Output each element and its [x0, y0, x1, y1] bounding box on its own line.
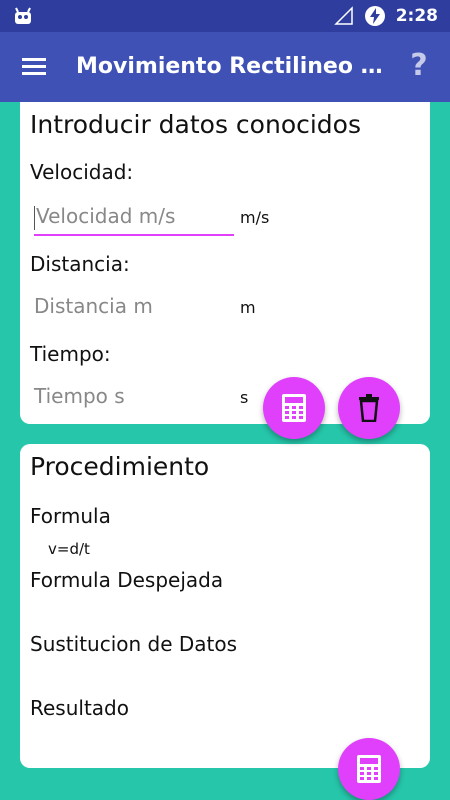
substitution-label: Sustitucion de Datos: [30, 632, 238, 656]
signal-icon: [333, 6, 353, 25]
battery-charging-icon: [364, 6, 385, 26]
velocity-unit: m/s: [240, 208, 270, 227]
distance-unit: m: [240, 298, 256, 317]
solved-formula-label: Formula Despejada: [30, 568, 224, 592]
procedure-calculate-button[interactable]: [338, 738, 400, 800]
calculate-button[interactable]: [263, 377, 325, 439]
distance-label: Distancia:: [30, 252, 130, 276]
time-unit: s: [240, 388, 249, 407]
android-debug-icon: [15, 7, 31, 24]
result-label: Resultado: [30, 696, 129, 720]
hamburger-menu-icon[interactable]: [20, 54, 48, 80]
velocity-label: Velocidad:: [30, 160, 134, 184]
status-bar: 2:28: [0, 0, 450, 32]
time-label: Tiempo:: [30, 342, 111, 366]
time-input[interactable]: Tiempo s: [34, 376, 234, 416]
app-bar: Movimiento Rectilineo Uniforme ?: [0, 32, 450, 102]
procedure-card: Procedimiento Formula v=d/t Formula Desp…: [20, 444, 430, 768]
app-title: Movimiento Rectilineo Uniforme: [76, 54, 396, 79]
velocity-placeholder: Velocidad m/s: [36, 204, 176, 228]
calculator-icon: [282, 394, 306, 422]
formula-label: Formula: [30, 504, 111, 528]
calculator-icon: [357, 755, 381, 783]
trash-icon: [359, 394, 379, 422]
known-data-heading: Introducir datos conocidos: [30, 110, 361, 139]
known-data-card: Introducir datos conocidos Velocidad: Ve…: [20, 102, 430, 424]
velocity-input[interactable]: Velocidad m/s: [34, 196, 234, 236]
formula-value: v=d/t: [48, 540, 90, 558]
help-button[interactable]: ?: [406, 48, 432, 84]
status-time: 2:28: [395, 6, 438, 26]
text-caret: [34, 205, 35, 230]
distance-input[interactable]: Distancia m: [34, 286, 234, 326]
procedure-heading: Procedimiento: [30, 452, 210, 481]
clear-button[interactable]: [338, 377, 400, 439]
